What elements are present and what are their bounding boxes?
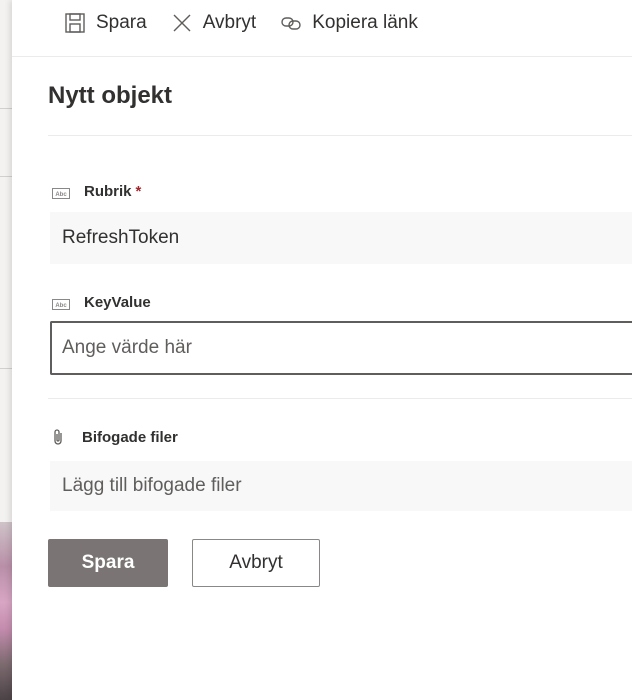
add-attachments-button[interactable]: Lägg till bifogade filer (50, 461, 632, 511)
add-attachments-label: Lägg till bifogade filer (62, 475, 242, 496)
save-icon (64, 12, 86, 34)
toolbar-copy-link-button[interactable]: Kopiera länk (280, 12, 418, 34)
cancel-button[interactable]: Avbryt (192, 539, 320, 587)
title-divider (48, 135, 632, 136)
paperclip-icon (52, 428, 64, 446)
keyvalue-label: Abc KeyValue (52, 294, 151, 311)
rubrik-label: Abc Rubrik * (52, 183, 141, 200)
text-field-icon: Abc (52, 186, 70, 199)
rubrik-label-text: Rubrik (84, 183, 132, 200)
command-bar: Spara Avbryt Kopiera länk (12, 0, 632, 46)
toolbar-divider (12, 56, 632, 57)
toolbar-save-button[interactable]: Spara (64, 12, 147, 34)
keyvalue-label-text: KeyValue (84, 294, 151, 311)
close-icon (171, 12, 193, 34)
attachments-label-text: Bifogade filer (82, 428, 178, 446)
attachments-label: Bifogade filer (52, 428, 178, 446)
keyvalue-input[interactable] (62, 337, 632, 359)
toolbar-cancel-label: Avbryt (202, 12, 257, 33)
background-divider (0, 108, 12, 109)
toolbar-copy-link-label: Kopiera länk (312, 12, 418, 33)
new-item-panel: Spara Avbryt Kopiera länk Nytt objekt Ab… (12, 0, 632, 700)
svg-text:Abc: Abc (55, 303, 67, 309)
link-icon (280, 12, 302, 34)
toolbar-cancel-button[interactable]: Avbryt (171, 12, 257, 34)
rubrik-field[interactable]: RefreshToken (50, 212, 632, 264)
rubrik-value: RefreshToken (62, 227, 180, 248)
background-page (0, 0, 12, 700)
background-divider (0, 176, 12, 177)
svg-text:Abc: Abc (55, 192, 67, 198)
background-image (0, 522, 12, 700)
text-field-icon: Abc (52, 297, 70, 310)
page-title: Nytt objekt (48, 82, 173, 109)
section-divider (48, 398, 632, 399)
save-button[interactable]: Spara (48, 539, 168, 587)
keyvalue-input-wrapper (50, 321, 632, 375)
required-indicator: * (135, 183, 142, 200)
toolbar-save-label: Spara (96, 12, 147, 33)
background-divider (0, 368, 12, 369)
